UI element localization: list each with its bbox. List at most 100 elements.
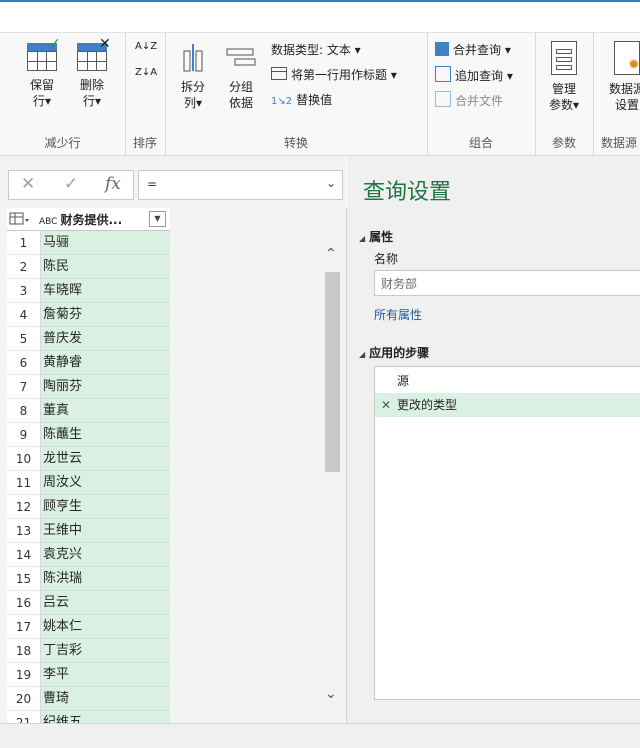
merge-queries-button[interactable]: 合并查询 ▾ (435, 41, 511, 58)
row-number[interactable]: 1 (7, 231, 41, 255)
table-cell[interactable]: 袁克兴 (41, 543, 170, 567)
table-cell[interactable]: 陶丽芬 (41, 375, 170, 399)
chevron-down-icon[interactable]: ⌄ (326, 176, 336, 190)
table-cell[interactable]: 姚本仁 (41, 615, 170, 639)
collapse-triangle-icon[interactable]: ◢ (359, 350, 365, 359)
applied-steps-list: 源 ✕ 更改的类型 (374, 366, 640, 700)
table-row[interactable]: 8 董真 (7, 399, 170, 423)
table-row[interactable]: 12 顾亨生 (7, 495, 170, 519)
step-changed-type[interactable]: ✕ 更改的类型 (375, 393, 640, 417)
table-row[interactable]: 20 曹琦 (7, 687, 170, 711)
table-row[interactable]: 21 纪维五 (7, 711, 170, 723)
delete-step-icon[interactable]: ✕ (375, 393, 397, 417)
row-number[interactable]: 21 (7, 711, 41, 723)
table-row[interactable]: 2 陈民 (7, 255, 170, 279)
table-row[interactable]: 1 马骊 (7, 231, 170, 255)
row-number[interactable]: 9 (7, 423, 41, 447)
scrollbar-thumb[interactable] (325, 272, 340, 472)
vertical-scrollbar[interactable]: ⌃ ⌄ (324, 246, 341, 706)
table-row[interactable]: 13 王维中 (7, 519, 170, 543)
row-number[interactable]: 8 (7, 399, 41, 423)
table-cell[interactable]: 陈民 (41, 255, 170, 279)
table-cell[interactable]: 周汝义 (41, 471, 170, 495)
applied-steps-section[interactable]: ◢ 应用的步骤 (359, 344, 429, 361)
column-filter-icon[interactable]: ▼ (149, 211, 166, 227)
query-name-input[interactable]: 财务部 (374, 270, 640, 296)
table-row[interactable]: 19 李平 (7, 663, 170, 687)
row-number[interactable]: 11 (7, 471, 41, 495)
table-cell[interactable]: 詹菊芬 (41, 303, 170, 327)
table-cell[interactable]: 陈蘸生 (41, 423, 170, 447)
table-row[interactable]: 3 车晓晖 (7, 279, 170, 303)
row-number[interactable]: 13 (7, 519, 41, 543)
keep-rows-button[interactable]: ✓ 保留 行▾ (22, 37, 62, 109)
data-type-dropdown[interactable]: 数据类型: 文本 ▾ (271, 41, 361, 58)
table-row[interactable]: 16 吕云 (7, 591, 170, 615)
table-row[interactable]: 5 普庆发 (7, 327, 170, 351)
table-cell[interactable]: 王维中 (41, 519, 170, 543)
sort-ascending-button[interactable]: A↓Z (135, 41, 157, 52)
table-row[interactable]: 9 陈蘸生 (7, 423, 170, 447)
confirm-formula-icon[interactable]: ✓ (64, 174, 78, 194)
row-number[interactable]: 17 (7, 615, 41, 639)
table-row[interactable]: 7 陶丽芬 (7, 375, 170, 399)
table-cell[interactable]: 吕云 (41, 591, 170, 615)
row-number[interactable]: 18 (7, 639, 41, 663)
table-cell[interactable]: 普庆发 (41, 327, 170, 351)
table-row[interactable]: 17 姚本仁 (7, 615, 170, 639)
row-number[interactable]: 16 (7, 591, 41, 615)
table-row[interactable]: 6 黄静睿 (7, 351, 170, 375)
split-column-button[interactable]: 拆分 列▾ (173, 41, 213, 111)
remove-rows-button[interactable]: ✕ 删除 行▾ (72, 37, 112, 109)
row-number[interactable]: 20 (7, 687, 41, 711)
data-source-settings-button[interactable]: ✹ 数据源 设置 (601, 41, 640, 113)
row-number[interactable]: 6 (7, 351, 41, 375)
scroll-up-icon[interactable]: ⌃ (325, 246, 337, 262)
table-cell[interactable]: 李平 (41, 663, 170, 687)
table-row[interactable]: 10 龙世云 (7, 447, 170, 471)
row-number[interactable]: 15 (7, 567, 41, 591)
manage-parameters-button[interactable]: 管理 参数▾ (541, 41, 587, 113)
table-row[interactable]: 4 詹菊芬 (7, 303, 170, 327)
row-number[interactable]: 14 (7, 543, 41, 567)
table-cell[interactable]: 纪维五 (41, 711, 170, 723)
table-cell[interactable]: 董真 (41, 399, 170, 423)
row-number[interactable]: 19 (7, 663, 41, 687)
step-source[interactable]: 源 (375, 369, 640, 393)
table-row[interactable]: 18 丁吉彩 (7, 639, 170, 663)
table-menu-icon[interactable] (9, 211, 33, 227)
table-cell[interactable]: 黄静睿 (41, 351, 170, 375)
table-cell[interactable]: 曹琦 (41, 687, 170, 711)
table-row[interactable]: 11 周汝义 (7, 471, 170, 495)
replace-values-button[interactable]: 1↘2 替换值 (271, 91, 332, 108)
collapse-triangle-icon[interactable]: ◢ (359, 234, 365, 243)
row-number[interactable]: 5 (7, 327, 41, 351)
properties-section[interactable]: ◢ 属性 (359, 228, 393, 245)
formula-input[interactable]: = ⌄ (138, 170, 343, 200)
all-properties-link[interactable]: 所有属性 (374, 306, 422, 323)
combine-files-button[interactable]: 合并文件 (435, 91, 503, 109)
table-cell[interactable]: 车晓晖 (41, 279, 170, 303)
row-number[interactable]: 4 (7, 303, 41, 327)
table-cell[interactable]: 马骊 (41, 231, 170, 255)
row-number[interactable]: 2 (7, 255, 41, 279)
fx-icon[interactable]: fx (105, 174, 121, 194)
table-row[interactable]: 15 陈洪瑞 (7, 567, 170, 591)
table-cell[interactable]: 丁吉彩 (41, 639, 170, 663)
table-cell[interactable]: 陈洪瑞 (41, 567, 170, 591)
table-row[interactable]: 14 袁克兴 (7, 543, 170, 567)
sort-descending-button[interactable]: Z↓A (135, 67, 157, 78)
row-number[interactable]: 12 (7, 495, 41, 519)
row-number[interactable]: 10 (7, 447, 41, 471)
cancel-formula-icon[interactable]: ✕ (21, 174, 35, 194)
append-queries-button[interactable]: 追加查询 ▾ (435, 66, 513, 84)
text-type-icon[interactable]: ABC (39, 217, 57, 227)
table-cell[interactable]: 龙世云 (41, 447, 170, 471)
column-header[interactable]: ABC 财务提供... (39, 211, 122, 228)
table-cell[interactable]: 顾亨生 (41, 495, 170, 519)
row-number[interactable]: 3 (7, 279, 41, 303)
scroll-down-icon[interactable]: ⌄ (325, 686, 337, 702)
group-by-button[interactable]: 分组 依据 (221, 41, 261, 111)
row-number[interactable]: 7 (7, 375, 41, 399)
use-first-row-as-headers-button[interactable]: 将第一行用作标题 ▾ (271, 66, 397, 83)
